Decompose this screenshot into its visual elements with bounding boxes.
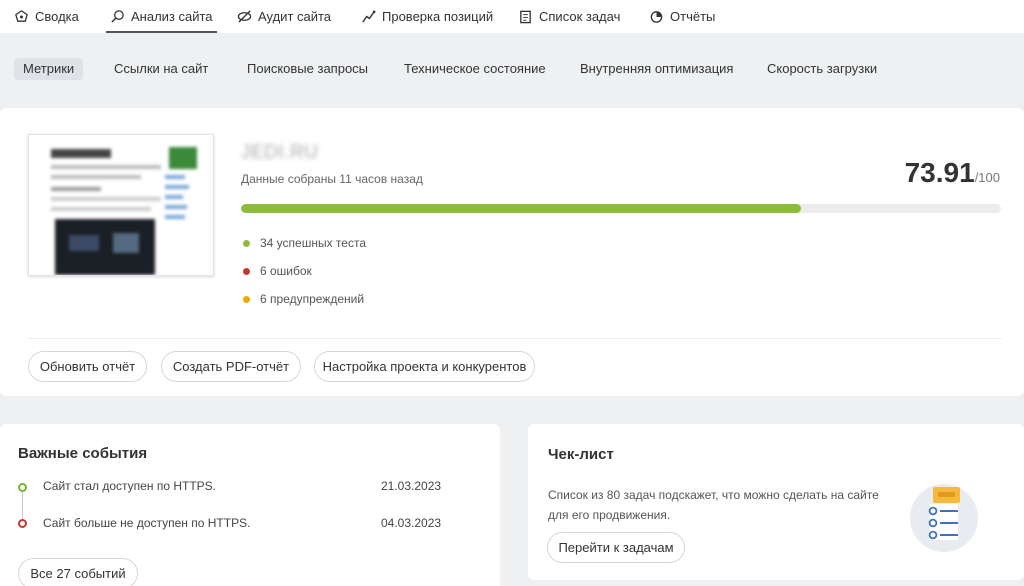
nav-item-label: Проверка позиций (382, 9, 494, 24)
line-chart-icon (362, 10, 376, 23)
tab-internal-optimization[interactable]: Внутренняя оптимизация (571, 58, 742, 80)
site-domain: JEDI.RU (241, 142, 319, 163)
tab-backlinks[interactable]: Ссылки на сайт (105, 58, 217, 80)
magnifier-icon (111, 10, 124, 23)
pie-chart-icon (650, 11, 663, 23)
audit-icon (237, 10, 252, 23)
checklist-title: Чек-лист (548, 446, 614, 463)
checklist-illustration-icon (910, 484, 978, 552)
event-date: 21.03.2023 (381, 479, 442, 493)
tab-search-queries[interactable]: Поисковые запросы (238, 58, 377, 80)
nav-item-reports[interactable]: Отчёты (649, 0, 715, 33)
site-screenshot-thumbnail (28, 134, 214, 276)
nav-item-label: Анализ сайта (131, 9, 213, 24)
status-dot (243, 267, 250, 275)
refresh-report-button[interactable]: Обновить отчёт (28, 351, 147, 382)
tab-load-speed[interactable]: Скорость загрузки (758, 58, 886, 80)
gauge-icon (15, 10, 28, 22)
timeline-line (22, 492, 23, 519)
checklist-description: Список из 80 задач подскажет, что можно … (548, 488, 879, 522)
all-events-button[interactable]: Все 27 событий (18, 558, 138, 586)
event-date: 04.03.2023 (381, 516, 442, 530)
nav-item-task-list[interactable]: Список задач (518, 0, 620, 33)
nav-item-site-audit[interactable]: Аудит сайта (237, 0, 331, 33)
event-status-ring (18, 483, 27, 492)
score-max: /100 (974, 170, 1000, 185)
stat-label: 6 ошибок (260, 264, 312, 278)
stat-passed-tests: 34 успешных теста (243, 236, 366, 250)
stat-errors: 6 ошибок (243, 264, 312, 278)
site-score: 73.91/100 (905, 157, 1000, 189)
status-dot (243, 295, 250, 303)
go-to-tasks-button[interactable]: Перейти к задачам (547, 532, 685, 563)
card-divider (28, 338, 1002, 339)
stat-label: 34 успешных теста (260, 236, 367, 250)
tab-technical-state[interactable]: Техническое состояние (395, 58, 555, 80)
nav-item-site-analysis[interactable]: Анализ сайта (106, 0, 217, 33)
stat-warnings: 6 предупреждений (243, 292, 364, 306)
nav-item-label: Аудит сайта (258, 9, 332, 24)
nav-item-label: Сводка (35, 9, 79, 24)
events-title: Важные события (18, 445, 148, 462)
create-pdf-report-button[interactable]: Создать PDF-отчёт (161, 351, 301, 382)
sub-navigation: Метрики Ссылки на сайт Поисковые запросы… (0, 33, 1024, 107)
score-value: 73.91 (904, 157, 975, 188)
event-text: Сайт стал доступен по HTTPS. (43, 479, 216, 493)
nav-item-label: Список задач (539, 9, 621, 24)
score-progress-fill (241, 204, 802, 213)
clipboard-icon (520, 10, 531, 24)
data-collected-time: Данные собраны 11 часов назад (241, 172, 423, 186)
event-status-ring (18, 519, 27, 528)
status-dot (243, 239, 250, 247)
project-settings-button[interactable]: Настройка проекта и конкурентов (314, 351, 535, 382)
tab-metrics[interactable]: Метрики (14, 58, 84, 80)
nav-item-summary[interactable]: Сводка (14, 0, 79, 33)
score-progress-bar (241, 204, 1001, 213)
nav-item-label: Отчёты (670, 9, 716, 24)
nav-item-position-check[interactable]: Проверка позиций (361, 0, 493, 33)
top-navigation: Сводка Анализ сайта Аудит сайта Проверка… (0, 0, 1024, 33)
event-text: Сайт больше не доступен по HTTPS. (43, 516, 251, 530)
stat-label: 6 предупреждений (260, 292, 365, 306)
